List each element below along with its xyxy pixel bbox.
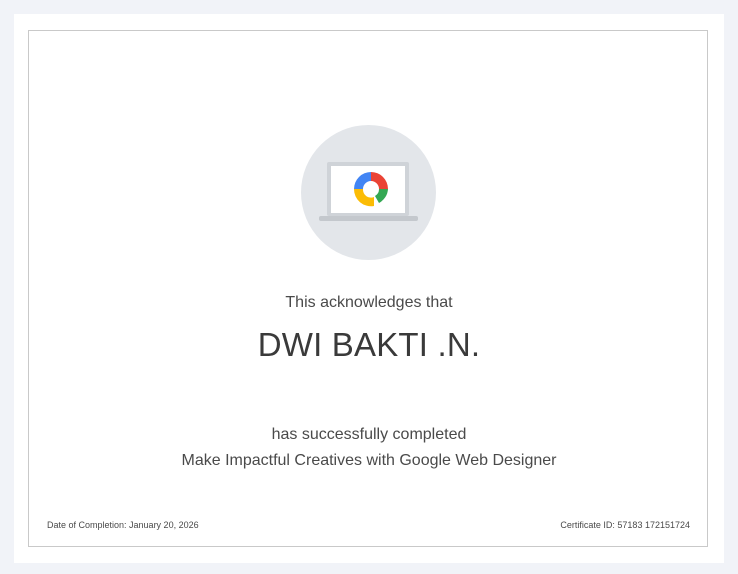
certificate-id: Certificate ID: 57183 172151724 [560,520,690,530]
completion-statement: has successfully completed [271,426,467,443]
course-title: Make Impactful Creatives with Google Web… [181,452,557,469]
web-designer-logo-icon [319,162,418,221]
completion-date: Date of Completion: January 20, 2026 [47,520,199,530]
acknowledgement-text: This acknowledges that [285,294,453,311]
recipient-name: DWI BAKTI .N. [257,326,481,363]
certificate-page: This acknowledges that DWI BAKTI .N. has… [14,14,724,563]
laptop-badge-icon [301,125,436,260]
